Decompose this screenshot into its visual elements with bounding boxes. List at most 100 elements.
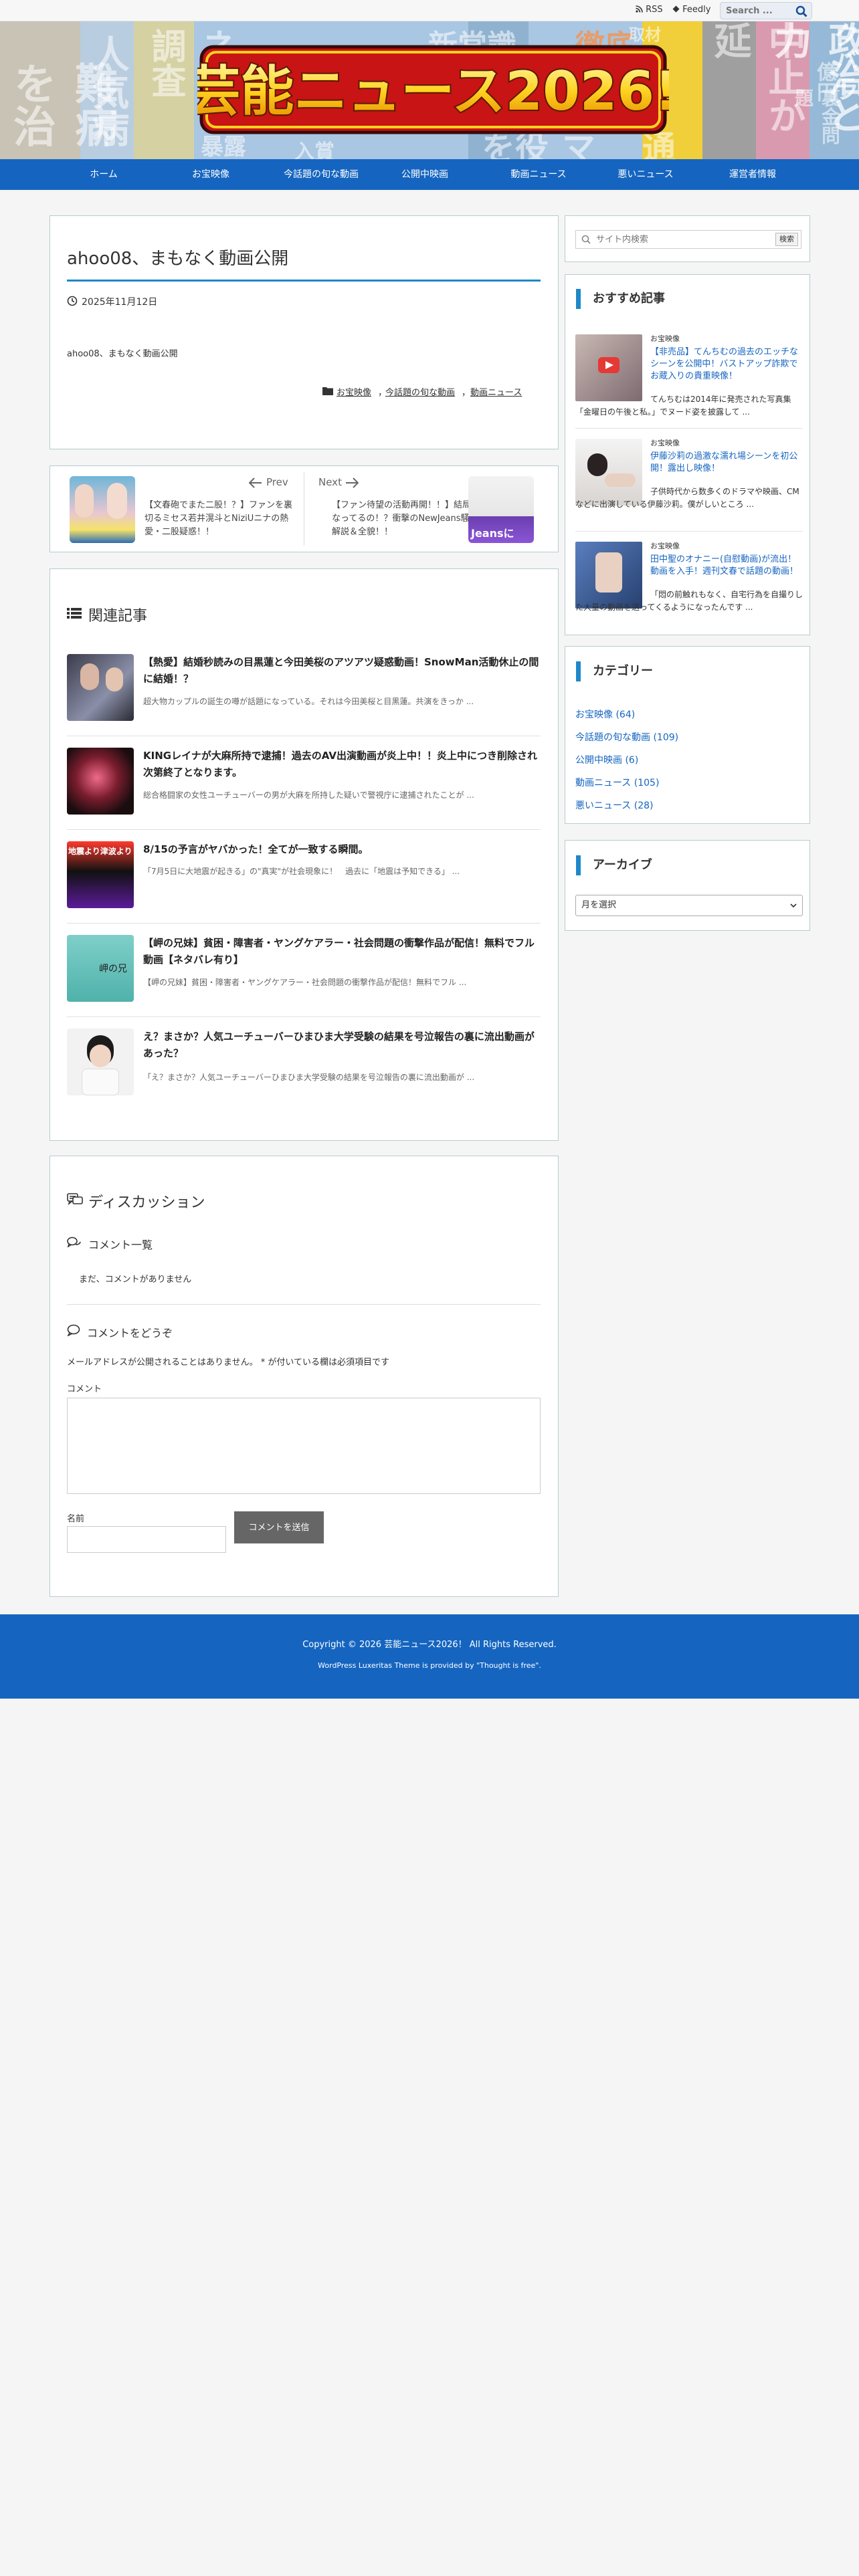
category-name: 悪いニュース: [575, 800, 632, 811]
recommended-excerpt: てんちむは2014年に発売された写真集「金曜日の午後と私。」でヌード姿を披露して…: [575, 395, 791, 417]
recommended-separator: [575, 531, 803, 532]
chevron-down-icon: [790, 903, 797, 908]
related-thumbnail[interactable]: 地震より津波より: [67, 841, 134, 908]
sidebar-search-button[interactable]: 検索: [775, 233, 798, 246]
rss-label: RSS: [646, 5, 663, 15]
related-thumbnail-caption: 地震より津波より: [68, 847, 132, 856]
arrow-right-icon: [346, 477, 359, 488]
feedly-link[interactable]: Feedly: [672, 5, 710, 15]
next-label: Next: [318, 476, 342, 488]
category-link[interactable]: お宝映像: [337, 385, 371, 398]
footer-copyright: Copyright © 2026 芸能ニュース2026！ All Rights …: [302, 1640, 557, 1650]
submit-comment-button[interactable]: コメントを送信: [234, 1511, 324, 1543]
category-name: 今話題の旬な動画: [575, 732, 650, 743]
next-thumbnail-caption: Jeansに: [471, 527, 514, 540]
comment-form-heading: コメントをどうぞ: [87, 1327, 173, 1339]
post-title: ahoo08、まもなく動画公開: [67, 249, 289, 269]
comment-bubble-icon: [67, 1324, 80, 1336]
related-item-excerpt: 超大物カップルの誕生の噂が話題になっている。それは今田美桜と目黒蓮。共演をきっか…: [143, 697, 474, 706]
category-item[interactable]: 悪いニュース (28): [575, 798, 654, 812]
archive-select-value: 月を選択: [581, 900, 617, 910]
top-search-box: [720, 2, 812, 19]
search-icon[interactable]: [795, 5, 807, 17]
nav-item-bad-news[interactable]: 悪いニュース: [595, 159, 696, 190]
site-logo[interactable]: 芸能ニュース2026!: [197, 40, 669, 139]
no-comments-text: まだ、コメントがありません: [79, 1275, 192, 1285]
nav-item-home[interactable]: ホーム: [54, 159, 154, 190]
related-separator: [67, 1016, 541, 1017]
category-separator: ，: [462, 388, 471, 398]
related-item-title[interactable]: 8/15の予言がヤバかった！全てが一致する瞬間。: [143, 841, 541, 858]
category-link[interactable]: 今話題の旬な動画: [385, 385, 455, 398]
recommended-thumbnail[interactable]: [575, 334, 642, 401]
category-item[interactable]: 今話題の旬な動画 (109): [575, 730, 678, 744]
prev-post-title: 【文春砲でまた二股！？】ファンを裏切るミセス若井滉斗とNiziUニナの熱愛・二股…: [145, 500, 293, 537]
related-thumbnail[interactable]: [67, 1029, 134, 1095]
comment-list-icon: [67, 1237, 81, 1248]
nav-item-movies[interactable]: 公開中映画: [378, 159, 472, 190]
prev-post-link[interactable]: Prev 【文春砲でまた二股！？】ファンを裏切るミセス若井滉斗とNiziUニナの…: [60, 471, 301, 548]
arrow-left-icon: [249, 477, 262, 488]
related-item-title[interactable]: 【岬の兄妹】貧困・障害者・ヤングケアラー・社会問題の衝撃作品が配信！無料でフル動…: [143, 935, 541, 968]
category-count: (105): [634, 778, 660, 788]
category-name: 動画ニュース: [575, 778, 632, 788]
recommended-title[interactable]: 田中聖のオナニー(自慰動画)が流出！動画を入手！週刊文春で話題の動画！: [650, 554, 803, 578]
related-thumbnail[interactable]: [67, 748, 134, 815]
top-bar: RSS Feedly: [0, 0, 859, 21]
related-item-excerpt: 「え？まさか？人気ユーチューバーひまひま大学受験の結果を号泣報告の裏に流出動画が…: [143, 1073, 475, 1082]
nav-item-video-news[interactable]: 動画ニュース: [488, 159, 589, 190]
category-link[interactable]: 動画ニュース: [470, 385, 522, 398]
archive-heading: アーカイブ: [576, 855, 652, 875]
top-search-input[interactable]: [721, 3, 791, 19]
rss-link[interactable]: RSS: [636, 5, 663, 15]
related-separator: [67, 829, 541, 830]
category-item[interactable]: お宝映像 (64): [575, 708, 635, 721]
nav-item-trending[interactable]: 今話題の旬な動画: [268, 159, 375, 190]
clock-icon: [67, 296, 78, 306]
post-date: 2025年11月12日: [82, 297, 158, 308]
banner-bg-text: 裏金問題: [792, 88, 841, 144]
next-post-title: 【ファン待望の活動再開！！】結局どうなってるの！？衝撃のNewJeans騒動の解…: [332, 500, 489, 537]
category-count: (64): [615, 710, 636, 720]
next-thumbnail: Jeansに: [468, 476, 534, 543]
nav-item-about[interactable]: 運営者情報: [702, 159, 803, 190]
post-body: ahoo08、まもなく動画公開: [67, 349, 178, 359]
name-field[interactable]: [67, 1526, 226, 1553]
related-item-title[interactable]: え？まさか？人気ユーチューバーひまひま大学受験の結果を号泣報告の裏に流出動画があ…: [143, 1029, 541, 1062]
category-item[interactable]: 公開中映画 (6): [575, 753, 638, 766]
related-heading: 関連記事: [88, 608, 148, 625]
list-icon: [67, 608, 82, 619]
recommended-title[interactable]: 伊藤沙莉の過激な濡れ場シーンを初公開！露出し映像！: [650, 451, 803, 475]
feedly-icon: [672, 5, 680, 13]
related-item-title[interactable]: 【熱愛】結婚秒読みの目黒蓮と今田美桜のアツアツ疑惑動画！SnowMan活動休止の…: [143, 654, 541, 687]
category-count: (109): [653, 732, 679, 743]
sidebar-search-box: 検索: [575, 230, 801, 249]
related-item-excerpt: 「7月5日に大地震が起きる」の"真実"が社会現象に！ 過去に「地震は予知できる」…: [143, 867, 460, 876]
sidebar-search-input[interactable]: [595, 233, 762, 246]
nav-item-treasure[interactable]: お宝映像: [161, 159, 261, 190]
header-banner[interactable]: 難病を治 人気病 ネット調査 新常識 徹底 中止か延 政治と力 クバラ 億円 裏…: [0, 21, 859, 159]
footer-credit[interactable]: WordPress Luxeritas Theme is provided by…: [0, 1661, 859, 1670]
recommended-title[interactable]: 【非売品】てんちむの過去のエッチなシーンを公開中！バストアップ詐欺でお蔵入りの貴…: [650, 346, 803, 383]
related-item-title[interactable]: KINGレイナが大麻所持で逮捕！過去のAV出演動画が炎上中！！炎上中につき削除さ…: [143, 748, 541, 781]
search-icon: [581, 235, 591, 244]
site-logo-text: 芸能ニュース2026!: [197, 60, 669, 122]
discussion-separator: [67, 1304, 541, 1305]
related-item-excerpt: 【岬の兄妹】貧困・障害者・ヤングケアラー・社会問題の衝撃作品が配信！無料でフル …: [143, 978, 467, 987]
main-nav: ホーム お宝映像 今話題の旬な動画 公開中映画 動画ニュース 悪いニュース 運営…: [0, 159, 859, 190]
category-name: お宝映像: [575, 710, 613, 720]
site-footer: Copyright © 2026 芸能ニュース2026！ All Rights …: [0, 1614, 859, 1699]
archive-select[interactable]: 月を選択: [575, 895, 803, 916]
name-label: 名前: [67, 1514, 85, 1524]
archive-card: [565, 840, 810, 931]
next-post-link[interactable]: Next 【ファン待望の活動再開！！】結局どうなってるの！？衝撃のNewJean…: [308, 471, 555, 548]
related-thumbnail[interactable]: 岬の兄: [67, 935, 134, 1002]
category-count: (6): [625, 755, 639, 766]
category-count: (28): [634, 800, 654, 811]
rss-icon: [636, 5, 643, 13]
prev-label: Prev: [266, 476, 288, 488]
comment-list-heading: コメント一覧: [88, 1239, 153, 1251]
related-thumbnail[interactable]: [67, 654, 134, 721]
comment-textarea[interactable]: [67, 1398, 541, 1494]
category-item[interactable]: 動画ニュース (105): [575, 776, 659, 789]
